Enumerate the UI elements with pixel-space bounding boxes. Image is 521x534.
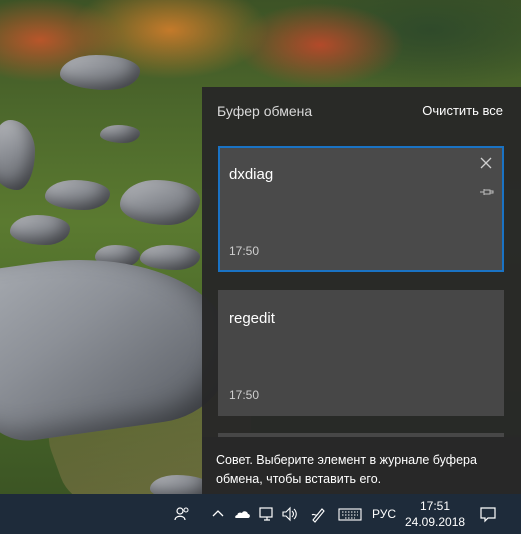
clear-all-button[interactable]: Очистить все [422,103,503,118]
clipboard-item-time: 17:50 [229,388,260,402]
touch-keyboard-icon[interactable] [338,505,362,523]
clock-date: 24.09.2018 [405,515,466,529]
clipboard-item-text: dxdiag [229,166,274,183]
tip-banner: Совет. Выберите элемент в журнале буфера… [202,437,521,494]
wallpaper-rock [140,245,200,270]
people-icon[interactable] [173,505,191,523]
chevron-up-icon[interactable] [209,505,227,523]
clipboard-item-text: regedit [229,310,275,327]
network-icon[interactable] [258,505,276,523]
volume-icon[interactable] [281,505,299,523]
onedrive-cloud-icon[interactable] [232,505,252,523]
clipboard-history-panel: Буфер обмена Очистить все dxdiag 17:50 r… [202,87,521,494]
wallpaper-rock [150,475,210,494]
wallpaper-rock [60,55,140,90]
clipboard-item-time: 17:50 [229,244,260,258]
taskbar: РУС 17:51 24.09.2018 [0,494,521,534]
wallpaper-rock [10,215,70,245]
taskbar-clock[interactable]: 17:51 24.09.2018 [405,498,465,530]
wallpaper-rock [100,125,140,143]
clipboard-item[interactable]: dxdiag 17:50 [218,146,504,272]
clipboard-item[interactable]: regedit 17:50 [218,290,504,416]
clock-time: 17:51 [419,499,451,513]
action-center-icon[interactable] [479,505,497,523]
panel-title: Буфер обмена [217,103,313,119]
pen-ink-icon[interactable] [310,505,328,523]
pin-icon[interactable] [479,185,495,197]
tip-text: Совет. Выберите элемент в журнале буфера… [216,453,477,486]
input-language-indicator[interactable]: РУС [372,507,396,521]
wallpaper-rock [45,180,110,210]
wallpaper-rock [120,180,200,225]
panel-header: Буфер обмена Очистить все [202,87,521,133]
wallpaper-rock [0,120,35,190]
close-icon[interactable] [478,155,494,171]
